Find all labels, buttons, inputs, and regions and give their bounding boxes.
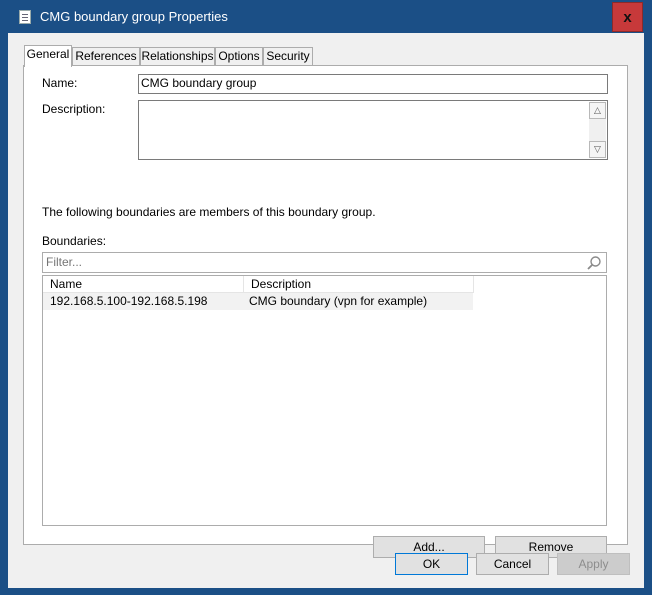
apply-button[interactable]: Apply: [557, 553, 630, 575]
tab-general[interactable]: General: [24, 45, 72, 67]
column-header-description[interactable]: Description: [244, 276, 474, 293]
table-row[interactable]: 192.168.5.100-192.168.5.198 CMG boundary…: [43, 293, 473, 310]
properties-window: CMG boundary group Properties x General …: [0, 0, 652, 595]
close-button[interactable]: x: [612, 2, 643, 32]
boundaries-label: Boundaries:: [42, 234, 107, 248]
properties-icon: [19, 10, 31, 24]
row-description-cell: CMG boundary (vpn for example): [249, 294, 428, 308]
ok-button[interactable]: OK: [395, 553, 468, 575]
tab-security[interactable]: Security: [263, 47, 313, 65]
scroll-down-icon[interactable]: ▽: [589, 141, 606, 158]
members-info-text: The following boundaries are members of …: [42, 205, 376, 219]
general-tab-panel: Name: CMG boundary group Description: △ …: [23, 65, 628, 558]
description-field[interactable]: △ ▽: [138, 100, 608, 160]
description-scrollbar[interactable]: △ ▽: [589, 102, 606, 158]
title-bar[interactable]: CMG boundary group Properties x: [0, 0, 652, 33]
filter-input[interactable]: [46, 255, 546, 269]
scroll-up-icon[interactable]: △: [589, 102, 606, 119]
dialog-client-area: General References Relationships Options…: [8, 33, 644, 588]
row-name-cell: 192.168.5.100-192.168.5.198: [50, 294, 208, 308]
window-title: CMG boundary group Properties: [40, 9, 228, 24]
search-icon[interactable]: [586, 255, 602, 271]
name-field[interactable]: CMG boundary group: [138, 74, 608, 94]
description-label: Description:: [42, 102, 106, 116]
tab-options[interactable]: Options: [215, 47, 263, 65]
filter-box[interactable]: [42, 252, 607, 273]
tab-references[interactable]: References: [72, 47, 140, 65]
boundaries-list[interactable]: Name Description 192.168.5.100-192.168.5…: [42, 275, 607, 526]
column-header-name[interactable]: Name: [43, 276, 244, 293]
name-label: Name:: [42, 76, 78, 90]
tab-relationships[interactable]: Relationships: [140, 47, 215, 65]
cancel-button[interactable]: Cancel: [476, 553, 549, 575]
